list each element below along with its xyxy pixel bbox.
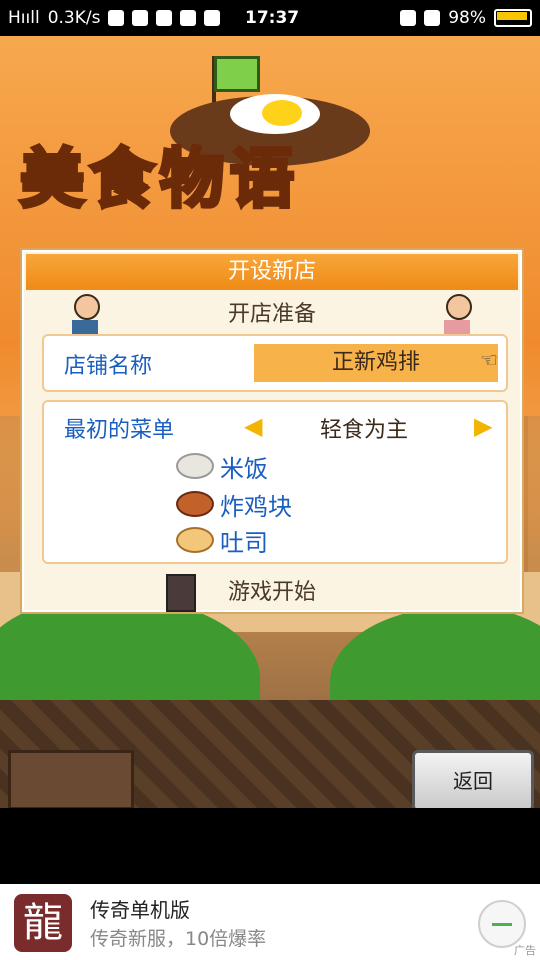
game-scene: 美食物语 开设新店 开店准备 店铺名称 正新鸡排 ☜ 最初的菜单 ◀ 轻食为主 …	[0, 36, 540, 808]
yolk-icon	[262, 100, 302, 126]
vibrate-icon	[180, 10, 197, 26]
rice-icon	[176, 453, 214, 479]
ad-banner[interactable]: 龍 传奇单机版 传奇新服，10倍爆率 广告	[0, 884, 540, 960]
ad-app-logo[interactable]: 龍	[14, 894, 72, 952]
back-button[interactable]: 返回	[412, 750, 534, 808]
menu-item: 米饭	[176, 448, 268, 484]
shop-name-label: 店铺名称	[64, 354, 153, 379]
check-icon	[156, 10, 173, 26]
new-shop-dialog: 开设新店 开店准备 店铺名称 正新鸡排 ☜ 最初的菜单 ◀ 轻食为主 ▶ 米饭 …	[20, 248, 524, 614]
ad-subtitle: 传奇新服，10倍爆率	[90, 928, 267, 950]
message-icon	[204, 10, 221, 26]
initial-menu-label: 最初的菜单	[64, 418, 175, 443]
flag-icon	[214, 56, 260, 92]
menu-style-value: 轻食为主	[319, 418, 408, 443]
battery-percent: 98%	[448, 8, 486, 28]
initial-menu-row: 最初的菜单 ◀ 轻食为主 ▶ 米饭 炸鸡块 吐司	[42, 400, 508, 564]
menu-item-label: 米饭	[220, 454, 268, 483]
empty-slot	[8, 750, 134, 808]
menu-next-arrow-icon[interactable]: ▶	[474, 412, 492, 440]
signal-indicator: Hııll	[8, 8, 40, 28]
ad-download-button[interactable]	[478, 900, 526, 948]
wifi-icon	[424, 10, 441, 26]
ad-title: 传奇单机版	[90, 898, 190, 922]
ad-tag: 广告	[514, 944, 536, 957]
network-speed: 0.3K/s	[47, 8, 101, 28]
battery-icon	[494, 9, 532, 27]
shop-name-field[interactable]: 正新鸡排	[254, 344, 498, 382]
menu-item: 炸鸡块	[176, 486, 292, 522]
dialog-title: 开设新店	[26, 254, 518, 290]
start-game-button[interactable]: 游戏开始	[22, 574, 522, 606]
qq-icon	[108, 10, 125, 26]
mute-icon	[400, 10, 417, 26]
menu-item-label: 炸鸡块	[220, 492, 292, 521]
menu-prev-arrow-icon[interactable]: ◀	[244, 412, 262, 440]
clock: 17:37	[245, 8, 300, 28]
dialog-subtitle: 开店准备	[227, 302, 316, 327]
shop-name-row: 店铺名称 正新鸡排 ☜	[42, 334, 508, 392]
game-logo: 美食物语	[18, 141, 300, 219]
status-bar: Hııll 0.3K/s 17:37 98%	[0, 0, 540, 36]
menu-item: 吐司	[176, 522, 268, 558]
toast-icon	[176, 527, 214, 553]
s-app-icon	[132, 10, 149, 26]
npc-character	[166, 574, 196, 612]
shop-name-value: 正新鸡排	[331, 350, 420, 375]
pointing-hand-icon: ☜	[480, 348, 498, 372]
fried-chicken-icon	[176, 491, 214, 517]
menu-item-label: 吐司	[220, 528, 268, 557]
